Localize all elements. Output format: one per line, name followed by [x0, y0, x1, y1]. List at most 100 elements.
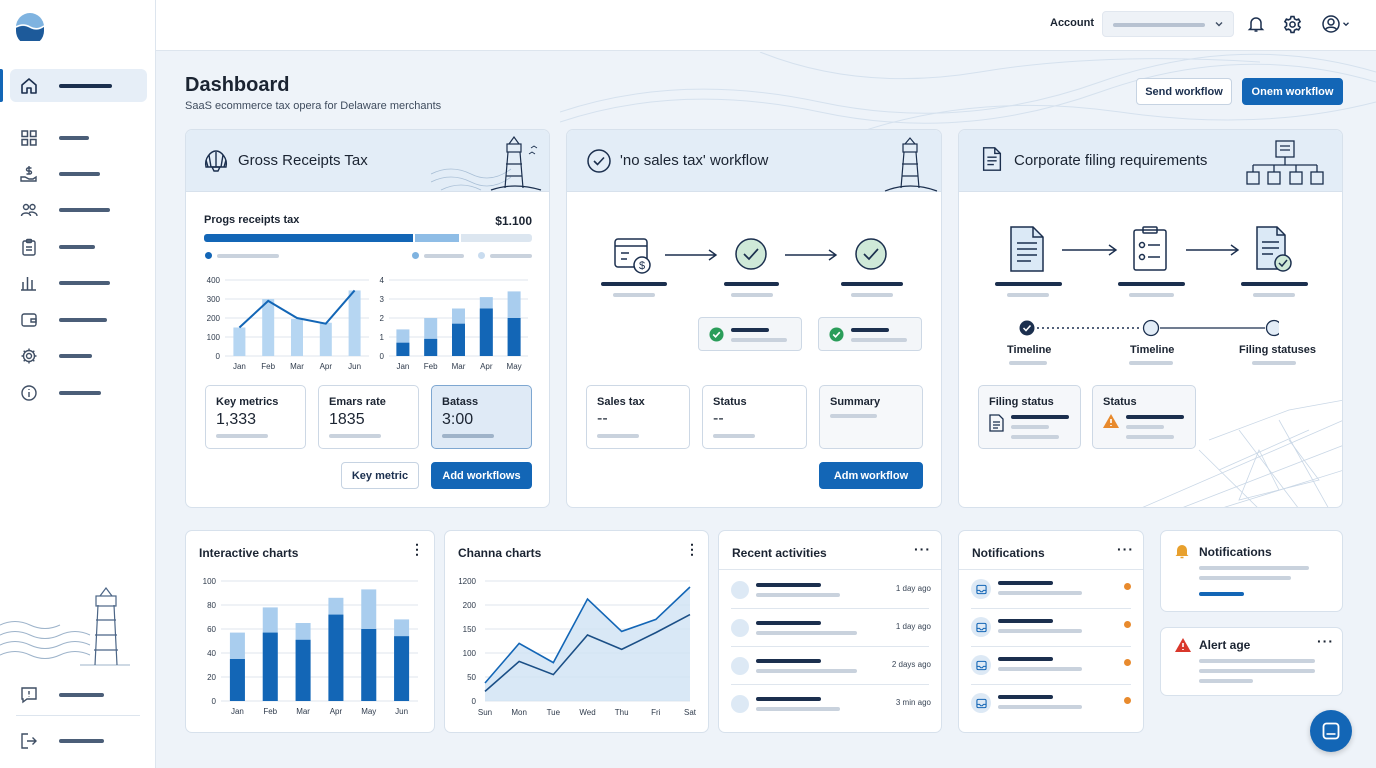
notification-row[interactable] [959, 684, 1143, 722]
x-tick-label: Mar [452, 362, 466, 371]
activity-caption [756, 593, 840, 597]
home-icon [19, 76, 39, 96]
active-nav-marker [0, 69, 3, 102]
alert-line [1199, 659, 1315, 663]
x-tick-label: May [361, 707, 376, 716]
logout-icon [19, 731, 39, 751]
x-tick-label: Feb [261, 362, 275, 371]
activity-row[interactable]: 3 min ago [719, 684, 941, 722]
send-workflow-button[interactable]: Send workflow [1136, 78, 1232, 105]
more-options-icon[interactable]: ⋮ [410, 541, 425, 558]
activity-avatar [731, 619, 749, 637]
sidebar-item-wallet[interactable] [10, 303, 147, 336]
bar-value [328, 614, 344, 701]
legend-dot [478, 252, 485, 259]
box-caption [1126, 435, 1174, 439]
add-workflows-button[interactable]: Add workflows [431, 462, 532, 489]
chip-caption [851, 338, 907, 342]
sidebar-item-label [59, 171, 100, 176]
y-tick-label: 20 [207, 673, 216, 682]
metric-emars-rate[interactable]: Emars rate 1835 [318, 385, 419, 449]
activity-time: 1 day ago [895, 584, 931, 593]
box-status[interactable]: Status [1092, 385, 1196, 449]
notification-line [1199, 576, 1291, 580]
gear-icon[interactable] [1281, 13, 1303, 35]
notification-row[interactable] [959, 608, 1143, 646]
activity-title [756, 621, 821, 625]
more-options-icon[interactable]: ··· [1117, 541, 1134, 557]
card-title: Interactive charts [199, 546, 299, 560]
activity-title [756, 583, 821, 587]
account-select[interactable] [1102, 11, 1234, 37]
notification-row[interactable] [959, 570, 1143, 608]
activity-row[interactable]: 1 day ago [719, 570, 941, 608]
lighthouse-icon [884, 137, 938, 192]
grid-icon [19, 128, 39, 148]
sidebar-item-label [59, 207, 110, 212]
notification-caption [998, 667, 1082, 671]
sidebar-divider [16, 715, 140, 716]
bar-value [361, 629, 377, 701]
sidebar-item-tasks[interactable] [10, 230, 147, 263]
channa-line-chart: 1200 200 150 100 50 0Sun Mon Tue Wed Thu Fri Sat [458, 577, 697, 717]
chat-button[interactable] [1310, 710, 1352, 752]
key-metric-button[interactable]: Key metric [341, 462, 419, 489]
user-menu[interactable] [1318, 13, 1354, 35]
notification-caption [998, 629, 1082, 633]
sidebar [0, 0, 156, 768]
y-tick-label: 60 [207, 625, 216, 634]
shell-icon [204, 150, 228, 172]
box-summary[interactable]: Summary [819, 385, 923, 449]
legend-dot [205, 252, 212, 259]
activity-caption [756, 631, 857, 635]
notification-row[interactable] [959, 646, 1143, 684]
sidebar-item-users[interactable] [10, 193, 147, 226]
sidebar-item-label [59, 738, 104, 743]
account-label: Account [1050, 17, 1094, 29]
sidebar-item-feedback[interactable] [10, 678, 147, 711]
card-title: Alert age [1199, 638, 1251, 652]
box-filing-status[interactable]: Filing status [978, 385, 1081, 449]
box-caption [1126, 425, 1164, 429]
sidebar-item-info[interactable] [10, 376, 147, 409]
more-options-icon[interactable]: ⋮ [685, 541, 700, 558]
y-tick-label: 100 [463, 649, 477, 658]
box-status[interactable]: Status -- [702, 385, 807, 449]
sidebar-item-reports[interactable] [10, 266, 147, 299]
onem-workflow-button[interactable]: Onem workflow [1242, 78, 1343, 105]
progress-label: Progs receipts tax [204, 214, 300, 226]
sidebar-item-payments[interactable] [10, 157, 147, 190]
status-chip[interactable] [698, 317, 802, 351]
metric-key-metrics[interactable]: Key metrics 1,333 [205, 385, 306, 449]
notification-link[interactable] [1199, 592, 1244, 596]
sidebar-item-settings[interactable] [10, 339, 147, 372]
box-caption [713, 434, 755, 438]
x-tick-label: Wed [579, 708, 595, 717]
bell-icon[interactable] [1245, 13, 1267, 35]
corporate-filing-card: Corporate filing requirements Timeline T… [958, 129, 1343, 508]
status-chip[interactable] [818, 317, 922, 351]
progress-gap-2 [458, 234, 461, 242]
box-sales-tax[interactable]: Sales tax -- [586, 385, 690, 449]
legend-dot [412, 252, 419, 259]
activity-row[interactable]: 1 day ago [719, 608, 941, 646]
bar-value [479, 308, 493, 356]
check-badge-icon [709, 327, 724, 342]
more-options-icon[interactable]: ··· [914, 541, 931, 557]
metric-batass[interactable]: Batass 3:00 [431, 385, 532, 449]
sidebar-item-grid[interactable] [10, 121, 147, 154]
activity-row[interactable]: 2 days ago [719, 646, 941, 684]
logo-icon[interactable] [16, 13, 44, 41]
x-tick-label: Sat [684, 708, 697, 717]
notification-title [998, 581, 1053, 585]
adm-workflow-button[interactable]: Adm workflow [819, 462, 923, 489]
sidebar-item-home[interactable] [10, 69, 147, 102]
alert-line [1199, 679, 1253, 683]
y-tick-label: 150 [463, 625, 477, 634]
more-options-icon[interactable]: ··· [1317, 633, 1334, 649]
bar-value [233, 327, 246, 356]
x-tick-label: Mon [511, 708, 527, 717]
dollar-hand-icon [19, 164, 39, 184]
metric-label: Emars rate [329, 396, 386, 408]
sidebar-item-logout[interactable] [10, 724, 147, 757]
